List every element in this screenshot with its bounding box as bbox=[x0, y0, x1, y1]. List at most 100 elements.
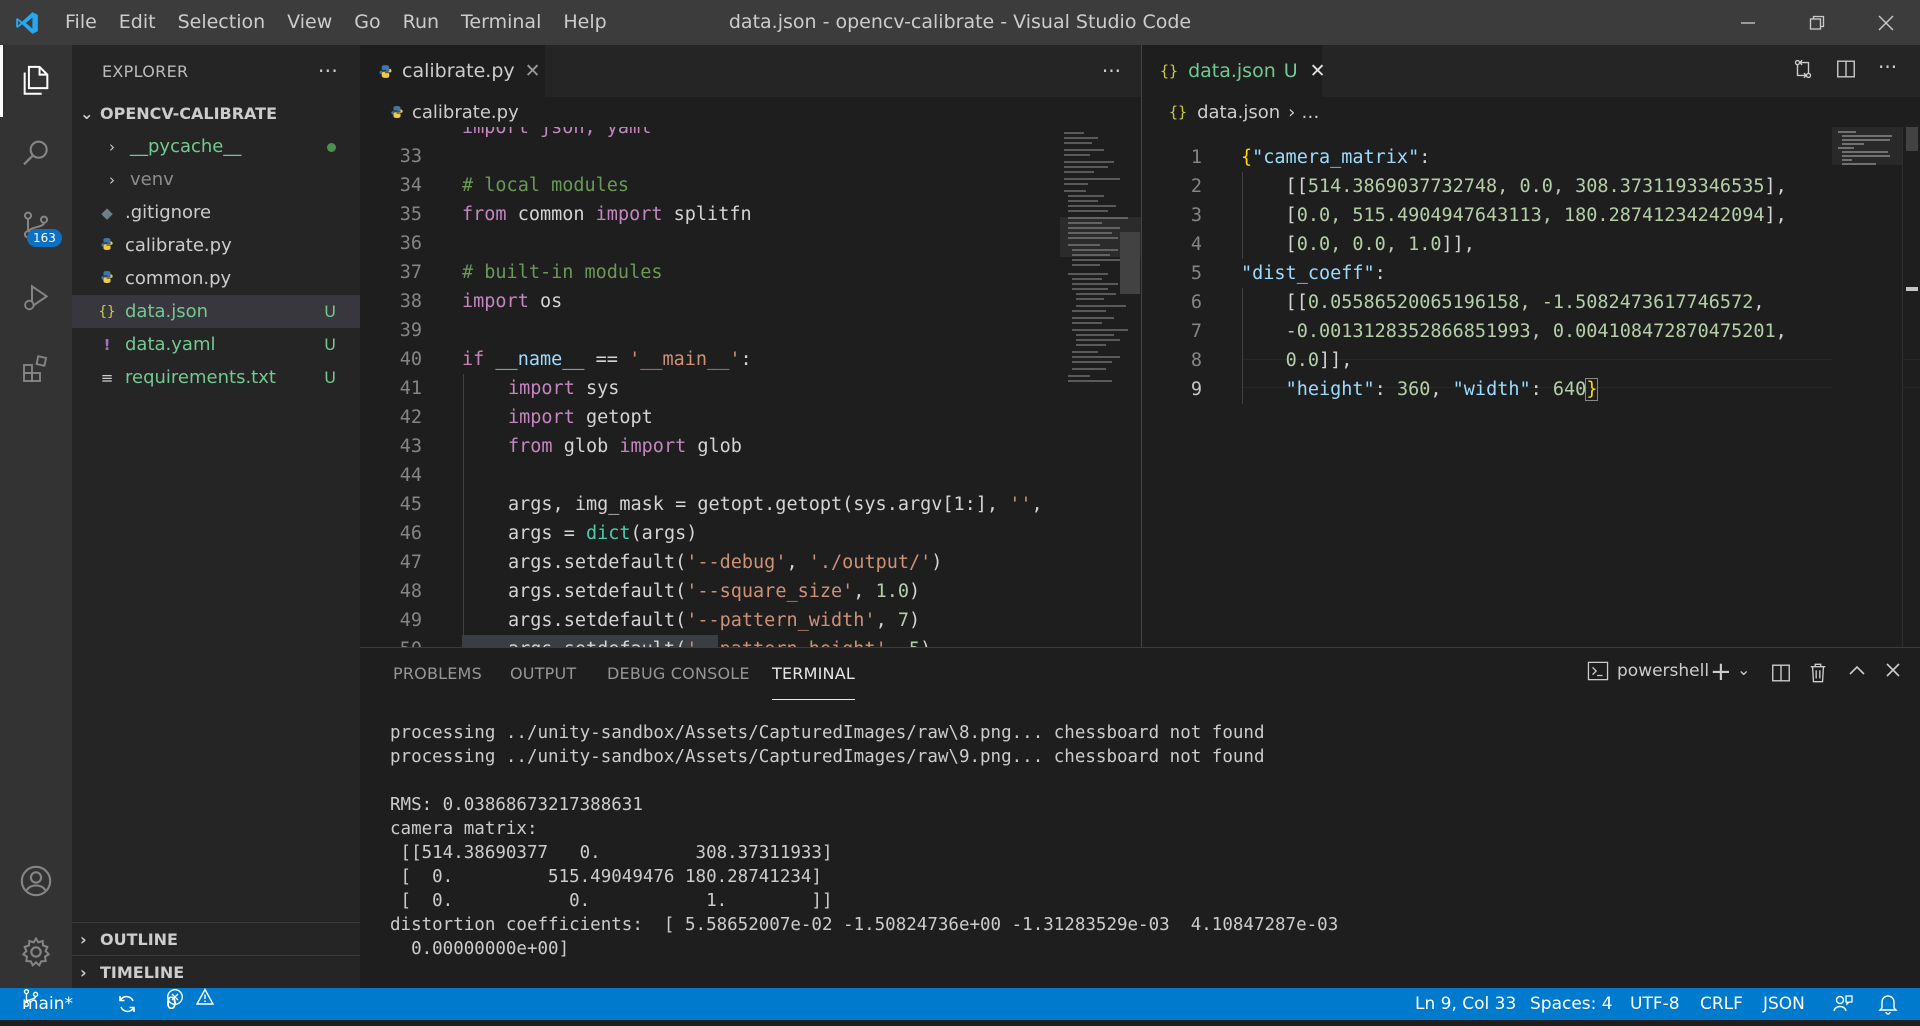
close-tab-icon[interactable]: ✕ bbox=[525, 60, 541, 82]
minimize-button[interactable] bbox=[1713, 0, 1782, 45]
vertical-scrollbar[interactable] bbox=[1906, 127, 1918, 151]
editor-more-actions-icon[interactable]: ··· bbox=[1878, 55, 1897, 79]
account-icon bbox=[20, 865, 52, 897]
outline-section[interactable]: › OUTLINE bbox=[72, 922, 360, 956]
menu-terminal[interactable]: Terminal bbox=[450, 0, 552, 45]
language-mode[interactable]: JSON bbox=[1763, 988, 1805, 1020]
tree-file-requirements[interactable]: ≡ requirements.txt U bbox=[72, 361, 360, 394]
tree-file-data-yaml[interactable]: ! data.yaml U bbox=[72, 328, 360, 361]
manage-activity[interactable] bbox=[0, 916, 72, 988]
code-token: './output/' bbox=[808, 552, 932, 573]
close-panel-icon[interactable] bbox=[1884, 661, 1902, 684]
terminal-selector[interactable]: powershell bbox=[1587, 661, 1709, 681]
tree-folder-pycache[interactable]: › __pycache__ bbox=[72, 130, 360, 163]
menu-file[interactable]: File bbox=[54, 0, 108, 45]
python-file-icon bbox=[379, 64, 392, 78]
code-line: 3 [0.0, 515.4904947643113, 180.287412342… bbox=[1142, 201, 1920, 230]
code-token: '--pattern_height' bbox=[686, 639, 886, 647]
tree-item-label: data.yaml bbox=[125, 334, 216, 355]
vertical-scrollbar[interactable] bbox=[1120, 232, 1140, 294]
menu-help[interactable]: Help bbox=[552, 0, 617, 45]
trash-icon[interactable] bbox=[1808, 662, 1828, 689]
code-line: 37 # built-in modules bbox=[360, 258, 1060, 287]
code-token: : bbox=[1374, 379, 1397, 400]
menu-view[interactable]: View bbox=[276, 0, 343, 45]
search-activity[interactable] bbox=[0, 117, 72, 189]
cursor-position[interactable]: Ln 9, Col 33 bbox=[1415, 988, 1516, 1020]
tree-file-gitignore[interactable]: ◆ .gitignore bbox=[72, 196, 360, 229]
maximize-panel-icon[interactable] bbox=[1847, 661, 1867, 686]
breadcrumb-ellipsis[interactable]: … bbox=[1301, 102, 1319, 123]
code-line: 35 from common import splitfn bbox=[360, 200, 1060, 229]
code-line: 46 args = dict(args) bbox=[360, 519, 1060, 548]
left-code-editor[interactable]: import json, yaml 33 34 # local modules 3… bbox=[360, 127, 1141, 647]
open-changes-icon[interactable] bbox=[1792, 58, 1814, 85]
feedback-icon[interactable] bbox=[1832, 988, 1854, 1026]
tab-calibrate-py[interactable]: calibrate.py ✕ bbox=[360, 45, 545, 97]
menu-selection[interactable]: Selection bbox=[167, 0, 277, 45]
breadcrumb-file[interactable]: calibrate.py bbox=[412, 102, 519, 123]
split-terminal-icon[interactable] bbox=[1770, 662, 1792, 689]
extensions-icon bbox=[23, 355, 48, 382]
right-code-editor[interactable]: 1 {"camera_matrix": 2 [[514.3869037732748… bbox=[1142, 127, 1920, 647]
code-token: args.setdefault( bbox=[508, 552, 687, 573]
menu-go[interactable]: Go bbox=[343, 0, 391, 45]
json-file-icon: {} bbox=[1160, 62, 1179, 80]
explorer-more-icon[interactable]: ··· bbox=[318, 59, 338, 83]
code-token: '--square_size' bbox=[686, 581, 854, 602]
new-terminal-button[interactable]: + bbox=[1710, 657, 1732, 687]
explorer-activity[interactable] bbox=[0, 45, 72, 117]
panel-tab-debug-console[interactable]: DEBUG CONSOLE bbox=[607, 648, 750, 700]
close-tab-icon[interactable]: ✕ bbox=[1310, 60, 1326, 82]
code-token: import json, yaml bbox=[462, 127, 652, 138]
code-line: 1 {"camera_matrix": bbox=[1142, 143, 1920, 172]
problems-status[interactable]: 0 0 bbox=[166, 988, 218, 1014]
panel-tab-problems[interactable]: PROBLEMS bbox=[393, 648, 482, 700]
restore-button[interactable] bbox=[1782, 0, 1851, 45]
notifications-bell-icon[interactable] bbox=[1878, 988, 1898, 1026]
tree-file-common[interactable]: common.py bbox=[72, 262, 360, 295]
tree-file-calibrate[interactable]: calibrate.py bbox=[72, 229, 360, 262]
chevron-down-icon[interactable]: ⌄ bbox=[1737, 660, 1750, 679]
editor-more-actions-icon[interactable]: ··· bbox=[1102, 59, 1121, 83]
source-control-activity[interactable]: 163 bbox=[0, 189, 72, 261]
search-icon bbox=[23, 140, 48, 166]
code-token: '__main__' bbox=[629, 349, 741, 370]
minimap[interactable] bbox=[1060, 127, 1141, 647]
extensions-activity[interactable] bbox=[0, 333, 72, 405]
workspace-folder-header[interactable]: ⌄ OPENCV-CALIBRATE bbox=[72, 97, 360, 130]
line-number: 44 bbox=[399, 465, 422, 486]
line-number: 34 bbox=[399, 175, 422, 196]
tree-item-label: common.py bbox=[125, 268, 232, 289]
explorer-title: EXPLORER bbox=[102, 61, 189, 81]
timeline-section[interactable]: › TIMELINE bbox=[72, 955, 360, 989]
menu-edit[interactable]: Edit bbox=[108, 0, 167, 45]
panel-tab-output[interactable]: OUTPUT bbox=[510, 648, 576, 700]
warning-icon bbox=[196, 988, 214, 1005]
code-token: ) bbox=[931, 552, 943, 573]
indentation-status[interactable]: Spaces: 4 bbox=[1530, 988, 1613, 1020]
panel-tab-terminal[interactable]: TERMINAL bbox=[772, 648, 855, 700]
breadcrumb-file[interactable]: data.json bbox=[1197, 102, 1280, 123]
json-file-icon: {} bbox=[1169, 103, 1188, 121]
tab-data-json[interactable]: {} data.json U ✕ bbox=[1142, 45, 1326, 97]
json-key: "height" bbox=[1285, 379, 1375, 400]
accounts-activity[interactable] bbox=[0, 845, 72, 917]
menu-run[interactable]: Run bbox=[392, 0, 450, 45]
split-editor-icon[interactable] bbox=[1835, 58, 1857, 85]
menu-bar: File Edit Selection View Go Run Terminal… bbox=[54, 0, 618, 45]
tree-folder-venv[interactable]: › venv bbox=[72, 163, 360, 196]
branch-status[interactable]: main* bbox=[22, 988, 73, 1014]
indent-guide bbox=[1242, 288, 1243, 404]
tree-file-data-json[interactable]: {} data.json U bbox=[72, 295, 360, 328]
close-window-button[interactable] bbox=[1851, 0, 1920, 45]
python-file-icon bbox=[97, 237, 117, 255]
eol-status[interactable]: CRLF bbox=[1700, 988, 1743, 1020]
code-token: [ bbox=[1241, 205, 1297, 226]
code-token: import bbox=[462, 291, 529, 312]
json-value: 0.0 bbox=[1285, 350, 1319, 371]
minimap[interactable] bbox=[1832, 127, 1920, 647]
sync-icon[interactable] bbox=[117, 988, 137, 1025]
run-debug-activity[interactable] bbox=[0, 261, 72, 333]
encoding-status[interactable]: UTF-8 bbox=[1630, 988, 1680, 1020]
